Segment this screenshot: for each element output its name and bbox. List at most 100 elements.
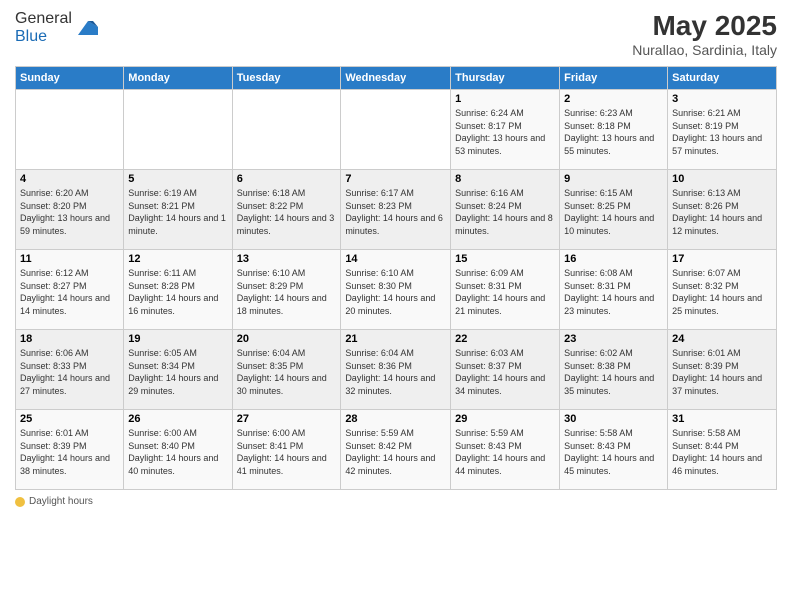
day-number: 6 xyxy=(237,173,337,185)
day-info: Sunrise: 6:11 AM Sunset: 8:28 PM Dayligh… xyxy=(128,267,227,317)
day-number: 20 xyxy=(237,333,337,345)
day-number: 27 xyxy=(237,413,337,425)
day-number: 4 xyxy=(20,173,119,185)
day-number: 22 xyxy=(455,333,555,345)
calendar-table: Sunday Monday Tuesday Wednesday Thursday… xyxy=(15,66,777,490)
day-number: 16 xyxy=(564,253,663,265)
day-number: 23 xyxy=(564,333,663,345)
day-info: Sunrise: 6:08 AM Sunset: 8:31 PM Dayligh… xyxy=(564,267,663,317)
table-row xyxy=(341,90,451,170)
day-number: 8 xyxy=(455,173,555,185)
day-info: Sunrise: 6:07 AM Sunset: 8:32 PM Dayligh… xyxy=(672,267,772,317)
col-wednesday: Wednesday xyxy=(341,67,451,90)
table-row: 1Sunrise: 6:24 AM Sunset: 8:17 PM Daylig… xyxy=(451,90,560,170)
day-number: 28 xyxy=(345,413,446,425)
day-info: Sunrise: 6:13 AM Sunset: 8:26 PM Dayligh… xyxy=(672,187,772,237)
table-row: 6 Sunrise: 6:18 AM Sunset: 8:22 PM Daylig… xyxy=(232,170,341,250)
col-sunday: Sunday xyxy=(16,67,124,90)
table-row: 20 Sunrise: 6:04 AM Sunset: 8:35 PM Dayli… xyxy=(232,330,341,410)
table-row: 3Sunrise: 6:21 AM Sunset: 8:19 PM Daylig… xyxy=(668,90,777,170)
table-row: 11 Sunrise: 6:12 AM Sunset: 8:27 PM Dayli… xyxy=(16,250,124,330)
day-number: 24 xyxy=(672,333,772,345)
calendar-header-row: Sunday Monday Tuesday Wednesday Thursday… xyxy=(16,67,777,90)
table-row: 9 Sunrise: 6:15 AM Sunset: 8:25 PM Daylig… xyxy=(560,170,668,250)
logo: General Blue xyxy=(15,10,98,46)
day-info: Sunrise: 5:58 AM Sunset: 8:43 PM Dayligh… xyxy=(564,427,663,477)
table-row: 18Sunrise: 6:06 AM Sunset: 8:33 PM Dayli… xyxy=(16,330,124,410)
table-row: 13Sunrise: 6:10 AM Sunset: 8:29 PM Dayli… xyxy=(232,250,341,330)
day-number: 5 xyxy=(128,173,227,185)
table-row: 19 Sunrise: 6:05 AM Sunset: 8:34 PM Dayli… xyxy=(124,330,232,410)
table-row: 31 Sunrise: 5:58 AM Sunset: 8:44 PM Dayli… xyxy=(668,410,777,490)
table-row: 30Sunrise: 5:58 AM Sunset: 8:43 PM Dayli… xyxy=(560,410,668,490)
table-row xyxy=(16,90,124,170)
title-month: May 2025 xyxy=(632,10,777,42)
table-row: 2 Sunrise: 6:23 AM Sunset: 8:18 PM Daylig… xyxy=(560,90,668,170)
day-info: Sunrise: 6:04 AM Sunset: 8:35 PM Dayligh… xyxy=(237,347,337,397)
col-monday: Monday xyxy=(124,67,232,90)
day-info: Sunrise: 5:59 AM Sunset: 8:43 PM Dayligh… xyxy=(455,427,555,477)
day-info: Sunrise: 6:04 AM Sunset: 8:36 PM Dayligh… xyxy=(345,347,446,397)
calendar-week-row: 18Sunrise: 6:06 AM Sunset: 8:33 PM Dayli… xyxy=(16,330,777,410)
day-info: Sunrise: 6:19 AM Sunset: 8:21 PM Dayligh… xyxy=(128,187,227,237)
table-row: 21 Sunrise: 6:04 AM Sunset: 8:36 PM Dayli… xyxy=(341,330,451,410)
day-number: 2 xyxy=(564,93,663,105)
table-row: 8 Sunrise: 6:16 AM Sunset: 8:24 PM Daylig… xyxy=(451,170,560,250)
day-info: Sunrise: 6:00 AM Sunset: 8:40 PM Dayligh… xyxy=(128,427,227,477)
day-number: 11 xyxy=(20,253,119,265)
footer: Daylight hours xyxy=(15,496,777,507)
table-row: 14Sunrise: 6:10 AM Sunset: 8:30 PM Dayli… xyxy=(341,250,451,330)
day-info: Sunrise: 6:21 AM Sunset: 8:19 PM Dayligh… xyxy=(672,107,772,157)
day-number: 26 xyxy=(128,413,227,425)
day-info: Sunrise: 6:24 AM Sunset: 8:17 PM Dayligh… xyxy=(455,107,555,157)
table-row: 12 Sunrise: 6:11 AM Sunset: 8:28 PM Dayli… xyxy=(124,250,232,330)
day-info: Sunrise: 6:15 AM Sunset: 8:25 PM Dayligh… xyxy=(564,187,663,237)
day-info: Sunrise: 6:09 AM Sunset: 8:31 PM Dayligh… xyxy=(455,267,555,317)
day-info: Sunrise: 6:23 AM Sunset: 8:18 PM Dayligh… xyxy=(564,107,663,157)
day-info: Sunrise: 5:59 AM Sunset: 8:42 PM Dayligh… xyxy=(345,427,446,477)
col-tuesday: Tuesday xyxy=(232,67,341,90)
day-number: 15 xyxy=(455,253,555,265)
day-number: 18 xyxy=(20,333,119,345)
day-number: 29 xyxy=(455,413,555,425)
table-row: 16 Sunrise: 6:08 AM Sunset: 8:31 PM Dayli… xyxy=(560,250,668,330)
header: General Blue May 2025 Nurallao, Sardinia… xyxy=(15,10,777,58)
day-info: Sunrise: 6:10 AM Sunset: 8:29 PM Dayligh… xyxy=(237,267,337,317)
day-info: Sunrise: 6:17 AM Sunset: 8:23 PM Dayligh… xyxy=(345,187,446,237)
calendar-week-row: 1Sunrise: 6:24 AM Sunset: 8:17 PM Daylig… xyxy=(16,90,777,170)
day-number: 31 xyxy=(672,413,772,425)
day-info: Sunrise: 6:18 AM Sunset: 8:22 PM Dayligh… xyxy=(237,187,337,237)
col-friday: Friday xyxy=(560,67,668,90)
daylight-hours-label: Daylight hours xyxy=(29,496,93,507)
day-info: Sunrise: 6:16 AM Sunset: 8:24 PM Dayligh… xyxy=(455,187,555,237)
page: General Blue May 2025 Nurallao, Sardinia… xyxy=(0,0,792,612)
logo-general-text: General xyxy=(15,10,72,27)
day-info: Sunrise: 6:12 AM Sunset: 8:27 PM Dayligh… xyxy=(20,267,119,317)
title-block: May 2025 Nurallao, Sardinia, Italy xyxy=(632,10,777,58)
day-number: 21 xyxy=(345,333,446,345)
day-number: 19 xyxy=(128,333,227,345)
table-row: 4 Sunrise: 6:20 AM Sunset: 8:20 PM Daylig… xyxy=(16,170,124,250)
day-number: 10 xyxy=(672,173,772,185)
day-number: 9 xyxy=(564,173,663,185)
day-info: Sunrise: 6:01 AM Sunset: 8:39 PM Dayligh… xyxy=(672,347,772,397)
table-row xyxy=(124,90,232,170)
table-row: 5 Sunrise: 6:19 AM Sunset: 8:21 PM Daylig… xyxy=(124,170,232,250)
calendar-week-row: 25 Sunrise: 6:01 AM Sunset: 8:39 PM Dayli… xyxy=(16,410,777,490)
col-saturday: Saturday xyxy=(668,67,777,90)
day-info: Sunrise: 6:05 AM Sunset: 8:34 PM Dayligh… xyxy=(128,347,227,397)
table-row: 24 Sunrise: 6:01 AM Sunset: 8:39 PM Dayli… xyxy=(668,330,777,410)
day-info: Sunrise: 6:20 AM Sunset: 8:20 PM Dayligh… xyxy=(20,187,119,237)
table-row: 26 Sunrise: 6:00 AM Sunset: 8:40 PM Dayli… xyxy=(124,410,232,490)
day-info: Sunrise: 6:01 AM Sunset: 8:39 PM Dayligh… xyxy=(20,427,119,477)
day-number: 12 xyxy=(128,253,227,265)
table-row: 17 Sunrise: 6:07 AM Sunset: 8:32 PM Dayli… xyxy=(668,250,777,330)
day-number: 25 xyxy=(20,413,119,425)
title-location: Nurallao, Sardinia, Italy xyxy=(632,42,777,58)
day-info: Sunrise: 6:02 AM Sunset: 8:38 PM Dayligh… xyxy=(564,347,663,397)
table-row: 10 Sunrise: 6:13 AM Sunset: 8:26 PM Dayli… xyxy=(668,170,777,250)
day-info: Sunrise: 5:58 AM Sunset: 8:44 PM Dayligh… xyxy=(672,427,772,477)
calendar-week-row: 11 Sunrise: 6:12 AM Sunset: 8:27 PM Dayli… xyxy=(16,250,777,330)
table-row: 28 Sunrise: 5:59 AM Sunset: 8:42 PM Dayli… xyxy=(341,410,451,490)
day-number: 17 xyxy=(672,253,772,265)
